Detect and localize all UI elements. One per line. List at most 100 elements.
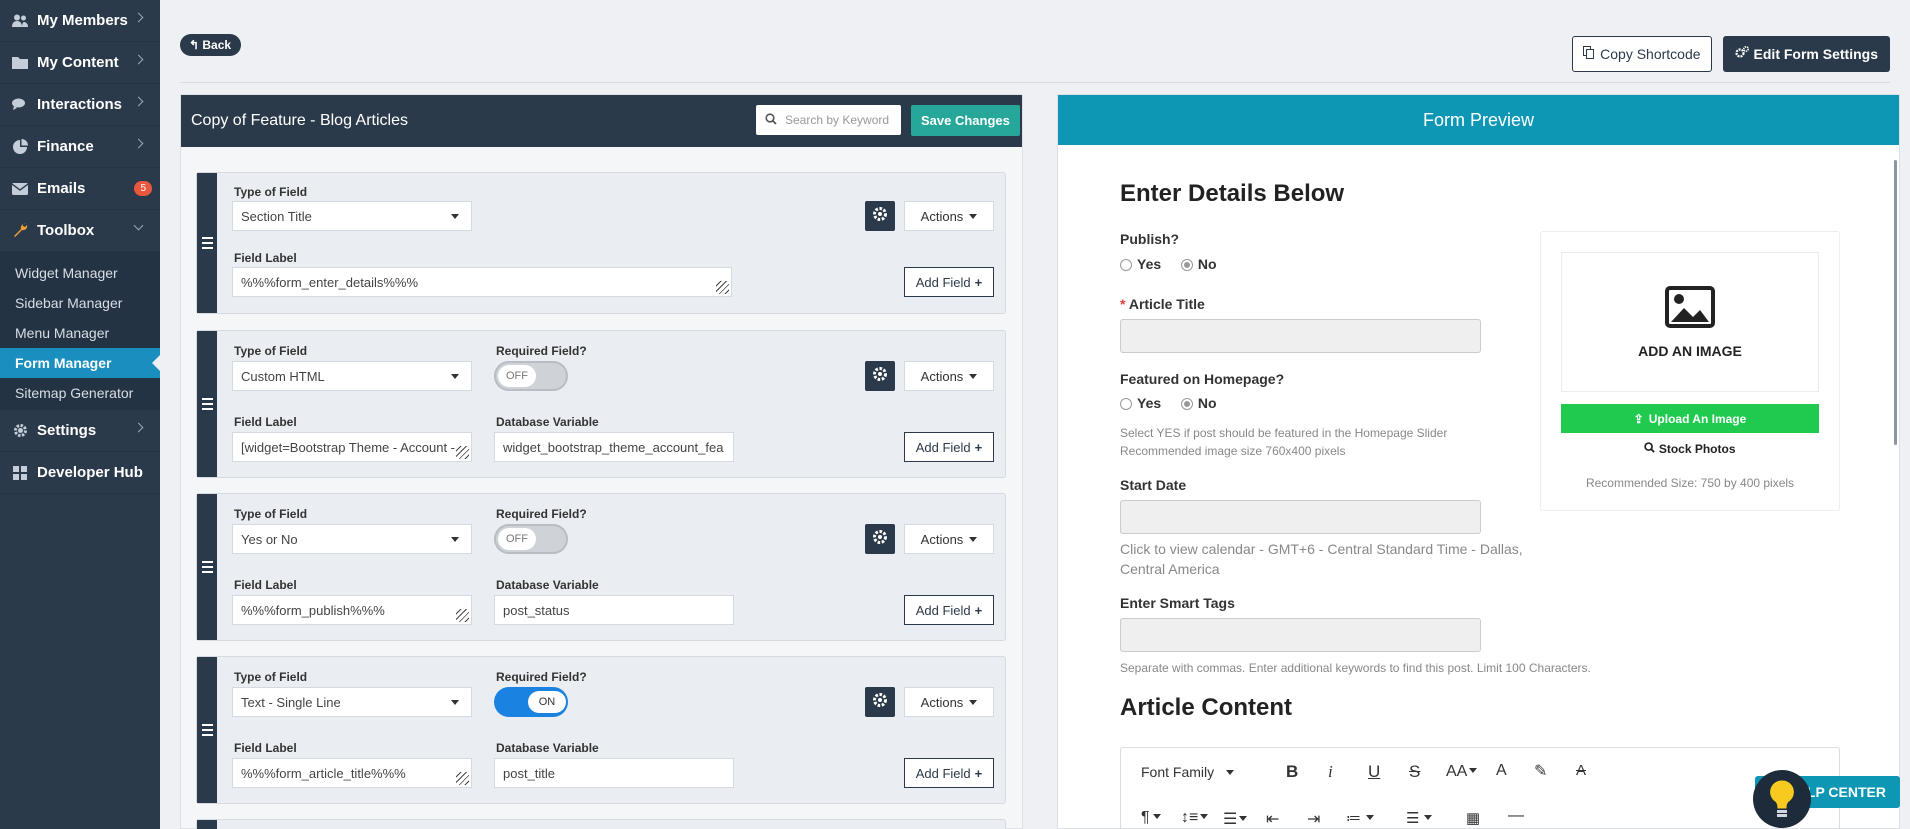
text-color-icon[interactable]: A: [1496, 762, 1507, 780]
gear-icon: [872, 206, 888, 227]
drag-handle[interactable]: [197, 173, 217, 313]
sidebar-item-widget-manager[interactable]: Widget Manager: [0, 258, 160, 288]
back-button[interactable]: ↰ Back: [180, 34, 242, 56]
edit-form-settings-button[interactable]: Edit Form Settings: [1722, 36, 1890, 72]
indent-icon[interactable]: ⇥: [1307, 809, 1320, 829]
field-label-input[interactable]: %%%form_article_title%%%: [232, 758, 472, 788]
sidebar-item-toolbox[interactable]: Toolbox: [0, 210, 160, 252]
required-star: *: [1120, 296, 1126, 312]
sidebar-item-sitemap-generator[interactable]: Sitemap Generator: [0, 378, 160, 408]
required-toggle[interactable]: ON: [494, 687, 568, 717]
font-size-icon[interactable]: AA: [1446, 763, 1478, 781]
sidebar-item-my-members[interactable]: My Members: [0, 0, 160, 42]
comments-icon: [12, 98, 28, 112]
field-settings-button[interactable]: [865, 524, 895, 554]
field-type-select[interactable]: Text - Single Line: [232, 687, 472, 717]
upload-image-button[interactable]: ⇪ Upload An Image: [1561, 404, 1819, 433]
copy-shortcode-button[interactable]: Copy Shortcode: [1572, 36, 1712, 72]
sidebar-item-menu-manager[interactable]: Menu Manager: [0, 318, 160, 348]
sidebar-item-sidebar-manager[interactable]: Sidebar Manager: [0, 288, 160, 318]
field-type-select[interactable]: Custom HTML: [232, 361, 472, 391]
stock-photos-link[interactable]: Stock Photos: [1541, 442, 1839, 456]
field-settings-button[interactable]: [865, 361, 895, 391]
sidebar-item-form-manager[interactable]: Form Manager: [0, 348, 160, 378]
plus-icon: +: [974, 439, 983, 455]
outdent-icon[interactable]: ⇤: [1266, 809, 1279, 829]
field-settings-button[interactable]: [865, 687, 895, 717]
add-field-button[interactable]: Add Field +: [904, 432, 994, 462]
add-field-label: Add Field: [915, 765, 971, 781]
database-variable-input[interactable]: post_title: [494, 758, 734, 788]
sidebar-item-interactions[interactable]: Interactions: [0, 84, 160, 126]
add-field-button[interactable]: Add Field +: [904, 267, 994, 297]
strikethrough-icon[interactable]: S: [1409, 762, 1420, 782]
drag-handle[interactable]: [197, 331, 217, 477]
resize-grip-icon[interactable]: [456, 609, 469, 622]
start-date-help-line: Central America: [1120, 561, 1220, 577]
field-label-input[interactable]: %%%form_enter_details%%%: [232, 267, 732, 297]
resize-grip-icon[interactable]: [456, 772, 469, 785]
horizontal-rule-icon[interactable]: —: [1508, 807, 1524, 825]
drag-handle[interactable]: [197, 820, 217, 829]
italic-icon[interactable]: i: [1328, 762, 1333, 782]
required-field-label: Required Field?: [496, 670, 587, 684]
type-of-field-label: Type of Field: [234, 185, 308, 199]
sidebar-item-developer-hub[interactable]: Developer Hub: [0, 452, 160, 494]
paragraph-icon[interactable]: ¶: [1141, 809, 1161, 827]
caret-down-icon: [969, 536, 978, 542]
resize-grip-icon[interactable]: [716, 281, 729, 294]
required-toggle[interactable]: OFF: [494, 361, 568, 391]
bold-icon[interactable]: B: [1286, 762, 1298, 782]
stock-photos-label: Stock Photos: [1658, 442, 1736, 456]
plus-icon: +: [974, 274, 983, 290]
article-title-text: Article Title: [1128, 296, 1205, 312]
save-changes-button[interactable]: Save Changes: [911, 105, 1020, 136]
caret-down-icon: [969, 699, 978, 705]
article-title-input[interactable]: [1120, 319, 1481, 353]
actions-dropdown[interactable]: Actions: [904, 687, 994, 717]
database-variable-input[interactable]: widget_bootstrap_theme_account_fea: [494, 432, 734, 462]
drag-handle[interactable]: [197, 657, 217, 803]
database-variable-input[interactable]: post_status: [494, 595, 734, 625]
actions-dropdown[interactable]: Actions: [904, 524, 994, 554]
publish-no-radio[interactable]: [1180, 259, 1193, 271]
ordered-list-icon[interactable]: ≔: [1346, 809, 1374, 827]
search-input[interactable]: Search by Keyword: [756, 105, 901, 135]
actions-dropdown[interactable]: Actions: [904, 361, 994, 391]
sidebar-item-my-content[interactable]: My Content: [0, 42, 160, 84]
unordered-list-icon[interactable]: ☰: [1406, 809, 1433, 827]
drag-handle[interactable]: [197, 494, 217, 640]
lightbulb-icon[interactable]: [1753, 770, 1811, 828]
field-type-select[interactable]: Yes or No: [232, 524, 472, 554]
font-family-select[interactable]: Font Family: [1141, 764, 1235, 780]
required-toggle[interactable]: OFF: [494, 524, 568, 554]
actions-label: Actions: [920, 208, 964, 224]
start-date-input[interactable]: [1120, 500, 1481, 534]
resize-grip-icon[interactable]: [456, 446, 469, 459]
yes-label: Yes: [1137, 395, 1162, 411]
field-type-select[interactable]: Section Title: [232, 201, 472, 231]
image-placeholder[interactable]: ADD AN IMAGE: [1561, 252, 1819, 392]
table-icon[interactable]: ▦: [1466, 809, 1480, 827]
publish-yes-radio[interactable]: [1120, 259, 1132, 271]
clear-format-icon[interactable]: A: [1576, 762, 1586, 779]
sidebar-item-finance[interactable]: Finance: [0, 126, 160, 168]
form-builder-header: Copy of Feature - Blog Articles Search b…: [181, 95, 1022, 147]
featured-no-radio[interactable]: [1180, 398, 1193, 410]
line-height-icon[interactable]: ↕≡: [1181, 809, 1209, 827]
field-label-input[interactable]: %%%form_publish%%%: [232, 595, 472, 625]
sidebar-item-settings[interactable]: Settings: [0, 410, 160, 452]
add-field-button[interactable]: Add Field +: [904, 758, 994, 788]
scrollbar[interactable]: [1894, 160, 1897, 445]
chevron-down-icon: [133, 220, 144, 231]
featured-yes-radio[interactable]: [1120, 398, 1132, 410]
smart-tags-input[interactable]: [1120, 618, 1481, 652]
actions-dropdown[interactable]: Actions: [904, 201, 994, 231]
align-icon[interactable]: ☰: [1223, 809, 1248, 829]
field-settings-button[interactable]: [865, 201, 895, 231]
add-field-button[interactable]: Add Field +: [904, 595, 994, 625]
highlight-icon[interactable]: ✎: [1534, 761, 1547, 781]
underline-icon[interactable]: U: [1368, 762, 1380, 782]
field-label-input[interactable]: [widget=Bootstrap Theme - Account -: [232, 432, 472, 462]
sidebar-item-emails[interactable]: Emails 5: [0, 168, 160, 210]
